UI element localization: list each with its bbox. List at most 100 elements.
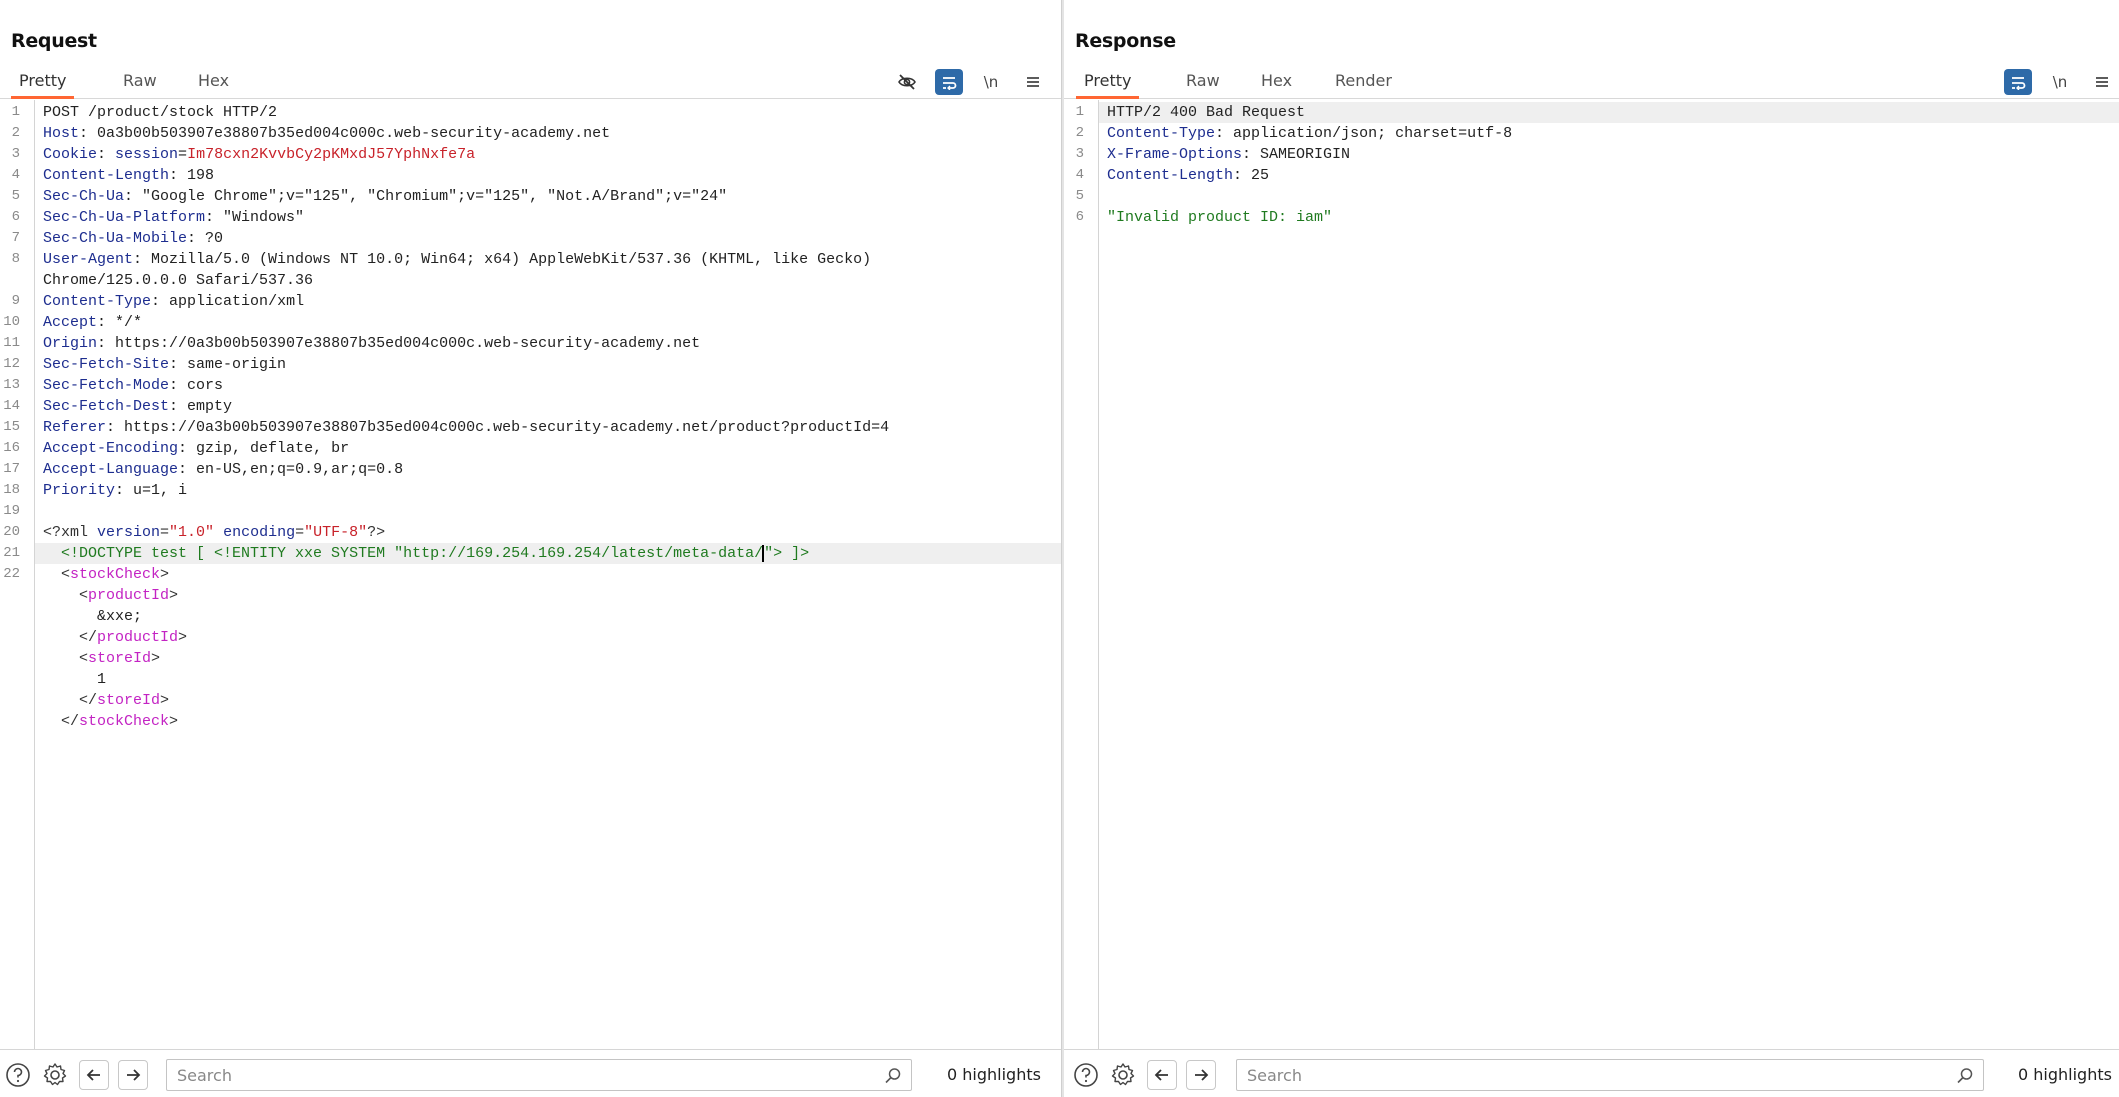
line-number: 17 — [3, 461, 20, 477]
code-line: 14 Sec-Fetch-Dest: empty — [3, 396, 1061, 417]
hamburger-menu-icon[interactable] — [2088, 69, 2116, 95]
gear-icon[interactable] — [40, 1060, 70, 1090]
response-gutter — [1064, 100, 1099, 1049]
response-tab-render[interactable]: Render — [1327, 70, 1400, 99]
response-bottom-bar: 0 highlights — [1064, 1049, 2119, 1097]
word-wrap-icon[interactable] — [2004, 69, 2032, 95]
xml-decl-open: <?xml — [43, 524, 98, 541]
line-number: 8 — [11, 251, 20, 267]
xml-text: 1 — [97, 671, 107, 688]
cookie-name: session — [115, 146, 179, 163]
line-number: 9 — [11, 293, 20, 309]
cookie-value: Im78cxn2KvvbCy2pKMxdJ57YphNxfe7a — [187, 146, 476, 163]
code-line: 10 Accept: */* — [3, 312, 1061, 333]
request-tab-raw[interactable]: Raw — [115, 70, 165, 99]
line-number: 14 — [3, 398, 20, 414]
request-title: Request — [11, 30, 97, 52]
gear-icon[interactable] — [1108, 1060, 1138, 1090]
request-tab-hex[interactable]: Hex — [190, 70, 237, 99]
response-tab-pretty[interactable]: Pretty — [1076, 70, 1140, 99]
line-number: 21 — [3, 545, 20, 561]
header-name: Content-Length — [43, 167, 170, 184]
header-name: Sec-Fetch-Mode — [43, 377, 170, 394]
code-line: 8 User-Agent: Mozilla/5.0 (Windows NT 10.… — [12, 249, 1061, 270]
line-number: 2 — [11, 125, 20, 141]
newline-toggle-button[interactable]: \n — [977, 69, 1005, 95]
response-tab-raw[interactable]: Raw — [1178, 70, 1228, 99]
code-line: 15 Referer: https://0a3b00b503907e38807b3… — [3, 417, 1061, 438]
response-tab-hex[interactable]: Hex — [1253, 70, 1300, 99]
request-search — [166, 1059, 912, 1091]
xml-doctype-end: "> ]> — [764, 545, 810, 562]
next-button[interactable] — [118, 1060, 148, 1090]
request-tab-pretty[interactable]: Pretty — [11, 70, 75, 99]
line-number: 3 — [1075, 146, 1084, 162]
header-name: Accept — [43, 314, 98, 331]
line-number: 4 — [1075, 167, 1084, 183]
response-highlights-count: 0 highlights — [2018, 1065, 2112, 1084]
request-code[interactable]: 1 POST /product/stock HTTP/2 2 Host: 0a3b0… — [3, 102, 1061, 732]
header-value: "Google Chrome";v="125", "Chromium";v="1… — [142, 188, 728, 205]
code-line: 17 Accept-Language: en-US,en;q=0.9,ar;q=0… — [3, 459, 1061, 480]
header-value: u=1, i — [133, 482, 188, 499]
code-line: 1 — [35, 669, 1061, 690]
request-search-input[interactable] — [167, 1060, 911, 1090]
previous-button[interactable] — [1147, 1060, 1177, 1090]
next-button[interactable] — [1186, 1060, 1216, 1090]
response-pane: Response Pretty Raw Hex Render \n 1 HTTP/… — [1064, 0, 2119, 1097]
newline-toggle-button[interactable]: \n — [2046, 69, 2074, 95]
code-line: <productId> — [79, 587, 179, 604]
response-code[interactable]: 1 HTTP/2 400 Bad Request 2 Content-Type: a… — [1076, 102, 2119, 228]
request-toolbar: \n — [893, 66, 1047, 98]
header-value: */* — [115, 314, 143, 331]
code-line: 9 Content-Type: application/xml — [12, 291, 1061, 312]
code-line: </stockCheck> — [61, 713, 179, 730]
xml-tag: storeId — [97, 692, 161, 709]
line-number: 5 — [1075, 188, 1084, 204]
header-name: Sec-Ch-Ua-Platform — [43, 209, 206, 226]
header-name: Sec-Ch-Ua-Mobile — [43, 230, 188, 247]
code-line: 20 <?xml version="1.0" encoding="UTF-8"?> — [3, 522, 1061, 543]
xml-attr-name: version — [97, 524, 161, 541]
line-number: 20 — [3, 524, 20, 540]
header-value: Mozilla/5.0 (Windows NT 10.0; Win64; x64… — [151, 251, 872, 268]
line-number: 7 — [11, 230, 20, 246]
response-editor[interactable]: 1 HTTP/2 400 Bad Request 2 Content-Type: a… — [1064, 100, 2119, 1049]
header-value: empty — [187, 398, 233, 415]
xml-tag: stockCheck — [70, 566, 161, 583]
xml-tag: productId — [97, 629, 179, 646]
eye-slash-icon[interactable] — [893, 69, 921, 95]
header-name: User-Agent — [43, 251, 134, 268]
header-name: Priority — [43, 482, 116, 499]
code-line-current: 1 HTTP/2 400 Bad Request — [1076, 102, 2119, 123]
help-icon[interactable] — [1071, 1060, 1101, 1090]
word-wrap-icon[interactable] — [935, 69, 963, 95]
line-number: 18 — [3, 482, 20, 498]
header-name: Accept-Language — [43, 461, 179, 478]
header-name: X-Frame-Options — [1107, 146, 1243, 163]
header-name: Origin — [43, 335, 98, 352]
code-line: 12 Sec-Fetch-Site: same-origin — [3, 354, 1061, 375]
code-line: 16 Accept-Encoding: gzip, deflate, br — [3, 438, 1061, 459]
code-line: 2 Host: 0a3b00b503907e38807b35ed004c000c.… — [12, 123, 1061, 144]
search-icon[interactable] — [1955, 1066, 1975, 1086]
header-value: https://0a3b00b503907e38807b35ed004c000c… — [115, 335, 701, 352]
line-number: 5 — [11, 188, 20, 204]
code-line: Chrome/125.0.0.0 Safari/537.36 — [35, 270, 1061, 291]
line-number: 11 — [3, 335, 20, 351]
header-name: Cookie — [43, 146, 98, 163]
arrow-right-icon — [1195, 1069, 1209, 1081]
response-body: "Invalid product ID: iam" — [1107, 209, 1333, 226]
request-bottom-bar: 0 highlights — [0, 1049, 1061, 1097]
response-search-input[interactable] — [1237, 1060, 1983, 1090]
header-value: application/json; charset=utf-8 — [1233, 125, 1513, 142]
header-value: application/xml — [169, 293, 305, 310]
previous-button[interactable] — [79, 1060, 109, 1090]
hamburger-menu-icon[interactable] — [1019, 69, 1047, 95]
line-number: 1 — [11, 104, 20, 120]
request-editor[interactable]: 1 POST /product/stock HTTP/2 2 Host: 0a3b0… — [0, 100, 1061, 1049]
line-number: 3 — [11, 146, 20, 162]
help-icon[interactable] — [3, 1060, 33, 1090]
search-icon[interactable] — [883, 1066, 903, 1086]
line-number: 1 — [1075, 104, 1084, 120]
